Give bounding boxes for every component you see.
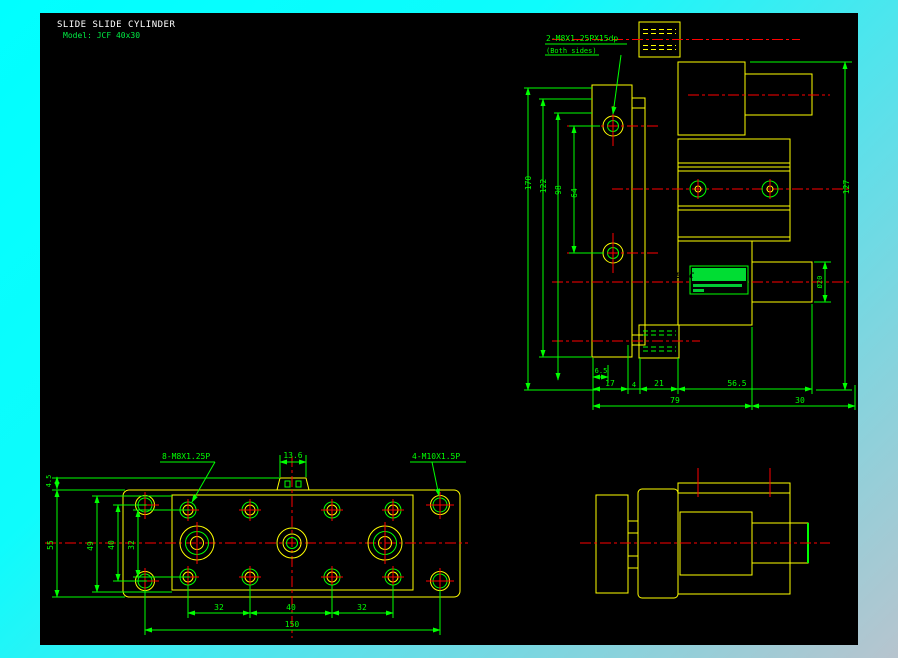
dim-49: 49 bbox=[86, 541, 95, 551]
dim-21: 21 bbox=[654, 379, 664, 388]
dim-55: 55 bbox=[46, 540, 55, 550]
dim-98: 98 bbox=[554, 185, 563, 195]
dim-56-5: 56.5 bbox=[727, 379, 746, 388]
tab-dimension: 13.6 bbox=[279, 451, 307, 477]
dim-40b: 40 bbox=[286, 603, 296, 612]
brand-logo-band bbox=[692, 268, 746, 281]
m8-note: 8-M8X1.25P bbox=[162, 452, 210, 461]
bottom-rail-block bbox=[552, 324, 700, 359]
front-view: CHELIC 2-M8X1.25PX15dp (Both sides) 170 … bbox=[524, 21, 856, 410]
plan-left-dimensions: 4.5 55 49 40 32 bbox=[45, 475, 280, 598]
dim-122: 122 bbox=[539, 179, 548, 194]
dim-17: 17 bbox=[605, 379, 615, 388]
dim-32b: 32 bbox=[357, 603, 367, 612]
side-view bbox=[580, 468, 830, 599]
dim-4-5: 4.5 bbox=[45, 475, 53, 488]
dim-30: 30 bbox=[795, 396, 805, 405]
cad-viewport: SLIDE SLIDE CYLINDER Model: JCF 40x30 CH… bbox=[0, 0, 898, 658]
dim-79: 79 bbox=[670, 396, 680, 405]
front-right-dimension: 127 bbox=[750, 61, 852, 391]
dim-170: 170 bbox=[524, 176, 533, 191]
side-body bbox=[677, 482, 791, 595]
body-screws bbox=[612, 179, 852, 199]
thread-note-sub: (Both sides) bbox=[546, 47, 597, 55]
drawing-title: SLIDE SLIDE CYLINDER bbox=[57, 20, 175, 30]
title-block: SLIDE SLIDE CYLINDER Model: JCF 40x30 bbox=[57, 20, 175, 40]
drawing-model: Model: JCF 40x30 bbox=[63, 31, 140, 40]
brand-logo-text: CHELIC bbox=[666, 271, 695, 280]
thread-callout: 2-M8X1.25PX15dp (Both sides) bbox=[545, 34, 627, 115]
dim-13-6: 13.6 bbox=[283, 451, 302, 460]
dim-4: 4 bbox=[632, 381, 636, 389]
m10-note: 4-M10X1.5P bbox=[412, 452, 460, 461]
side-plate bbox=[595, 494, 629, 594]
dim-40v: 40 bbox=[107, 540, 116, 550]
dim-127: 127 bbox=[842, 180, 851, 195]
dim-32v: 32 bbox=[127, 540, 136, 550]
brand-nameplate: CHELIC bbox=[552, 265, 852, 295]
dim-6-5: 6.5 bbox=[595, 367, 608, 375]
drawing-svg: SLIDE SLIDE CYLINDER Model: JCF 40x30 CH… bbox=[45, 20, 856, 638]
plan-view: 8-M8X1.25P 4-M10X1.5P 13.6 4.5 55 49 40 … bbox=[45, 451, 468, 638]
dim-rod-dia: Ø20 bbox=[816, 276, 824, 289]
dim-150: 150 bbox=[285, 620, 300, 629]
dim-64: 64 bbox=[570, 188, 579, 198]
dim-32a: 32 bbox=[214, 603, 224, 612]
thread-note: 2-M8X1.25PX15dp bbox=[546, 34, 618, 43]
